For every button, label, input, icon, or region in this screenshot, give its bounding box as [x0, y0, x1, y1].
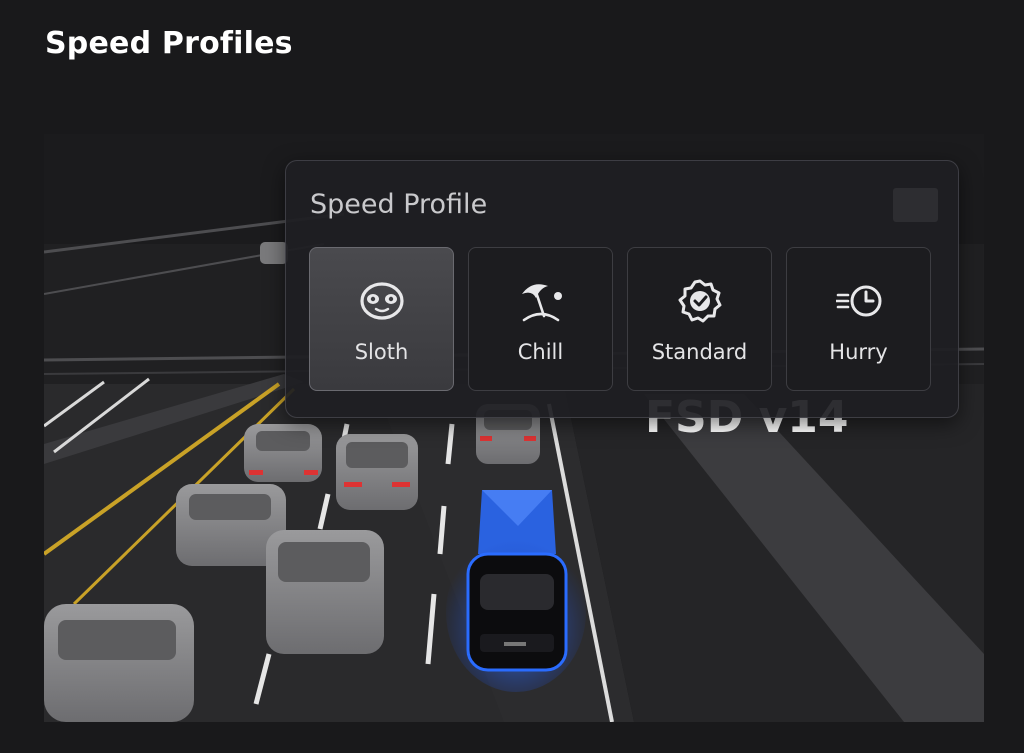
option-hurry[interactable]: Hurry [786, 247, 931, 391]
panel-title: Speed Profile [310, 189, 488, 220]
option-sloth[interactable]: Sloth [309, 247, 454, 391]
option-label: Standard [651, 340, 748, 364]
speed-profile-panel: Speed Profile Sloth Chill Standard Hurry [285, 160, 959, 418]
fast-clock-icon [835, 285, 881, 317]
beach-umbrella-icon [521, 284, 562, 322]
option-standard[interactable]: Standard [627, 247, 772, 391]
panel-close-button[interactable] [893, 188, 938, 222]
option-label: Hurry [829, 340, 888, 364]
option-chill[interactable]: Chill [468, 247, 613, 391]
option-label: Sloth [354, 340, 409, 364]
page-title: Speed Profiles [45, 26, 293, 61]
sloth-icon [359, 282, 404, 320]
option-label: Chill [517, 340, 564, 364]
badge-check-icon [678, 279, 721, 323]
